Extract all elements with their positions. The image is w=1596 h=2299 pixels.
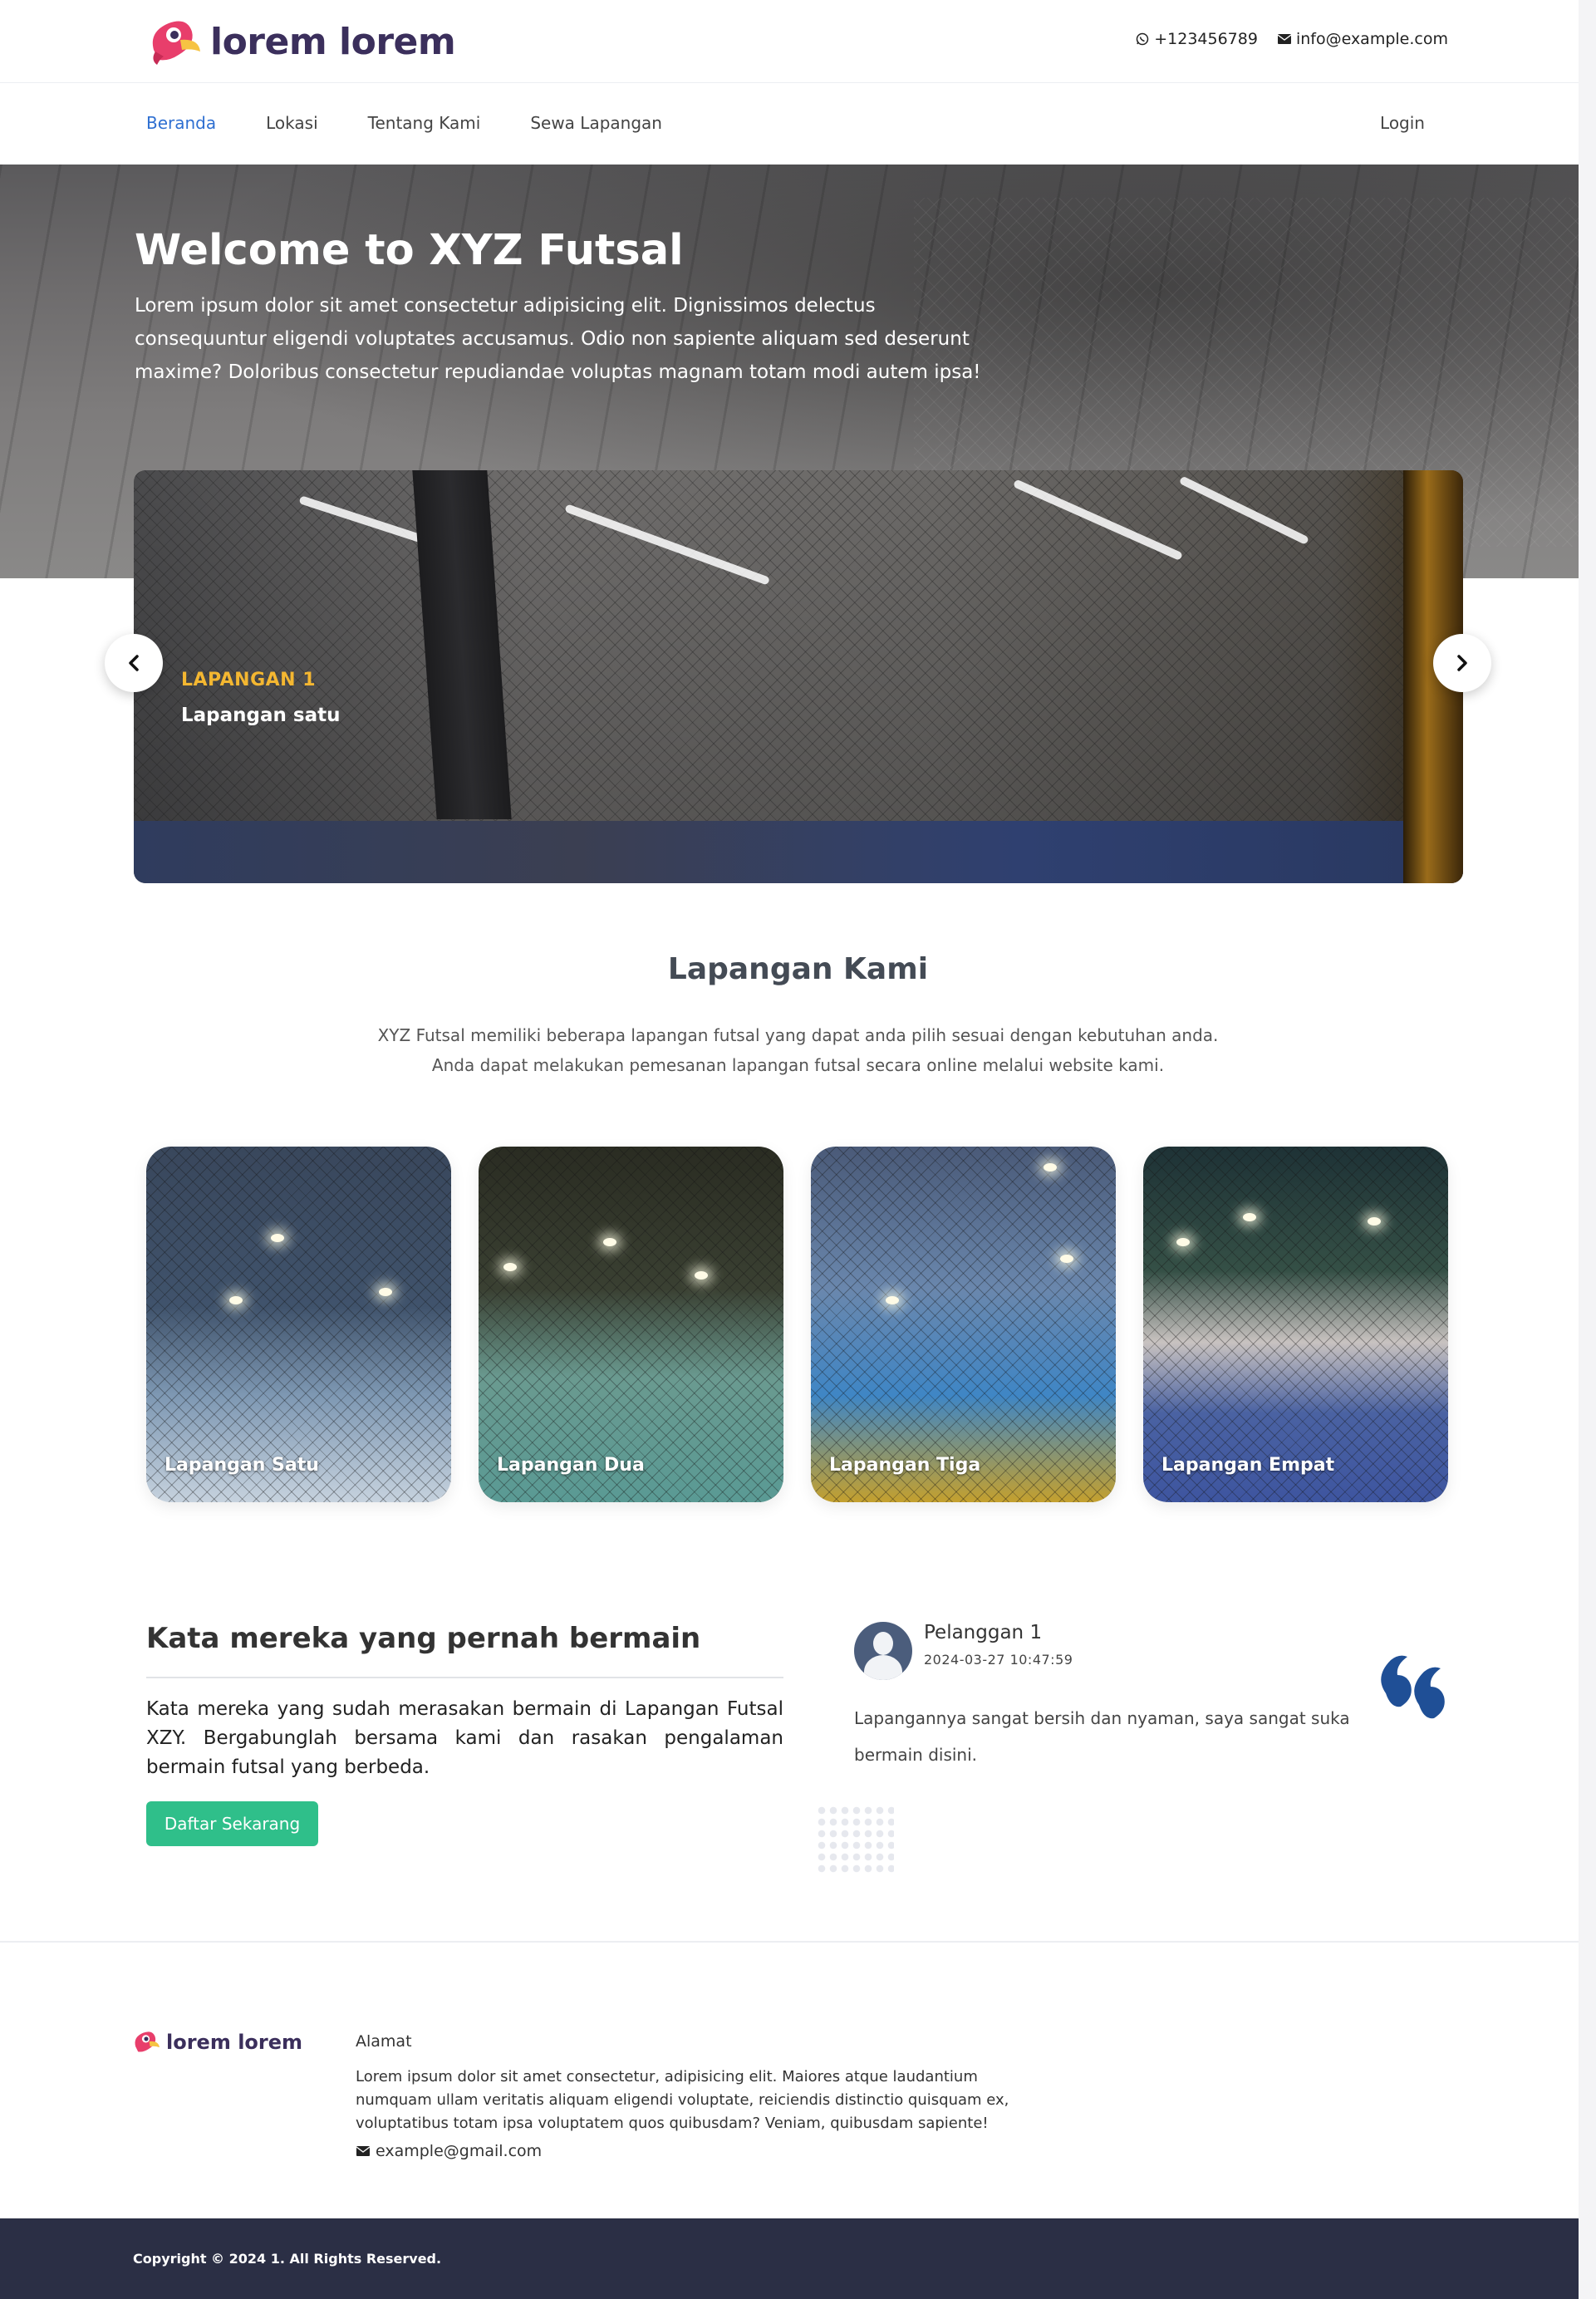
footer-brand-name: lorem lorem: [166, 2031, 303, 2054]
card-lamp: [1368, 1217, 1381, 1226]
footer-email[interactable]: example@gmail.com: [356, 2142, 542, 2160]
chevron-left-icon: [129, 655, 139, 671]
fields-section-title: Lapangan Kami: [667, 952, 929, 986]
footer-divider: [0, 1941, 1579, 1943]
card-net-texture: [479, 1147, 783, 1502]
parrot-logo-icon: [152, 21, 200, 65]
nav-links: Beranda Lokasi Tentang Kami Sewa Lapanga…: [146, 113, 662, 133]
card-lamp: [695, 1271, 708, 1280]
hero-title: Welcome to XYZ Futsal: [135, 226, 684, 275]
card-lamp: [1044, 1163, 1057, 1172]
card-lamp: [1060, 1255, 1073, 1263]
slide-caption: Lapangan satu: [181, 705, 341, 726]
footer-logo[interactable]: lorem lorem: [131, 2029, 302, 2056]
avatar-head: [873, 1632, 893, 1655]
field-cards: Lapangan Satu Lapangan Dua Lapangan Tiga…: [146, 1147, 1451, 1502]
card-lamp: [1176, 1238, 1190, 1246]
reviewer-name: Pelanggan 1: [924, 1622, 1043, 1643]
email-address: info@example.com: [1295, 30, 1448, 48]
fields-description-line: Anda dapat melakukan pemesanan lapangan …: [431, 1055, 1165, 1075]
card-lamp: [271, 1234, 284, 1242]
carousel-next-button[interactable]: [1433, 634, 1491, 692]
fields-description-line: XYZ Futsal memiliki beberapa lapangan fu…: [377, 1025, 1219, 1045]
brand-logo[interactable]: lorem lorem: [145, 17, 456, 66]
envelope-icon: [1277, 34, 1291, 44]
login-link[interactable]: Login: [1380, 113, 1425, 133]
main-nav: Beranda Lokasi Tentang Kami Sewa Lapanga…: [0, 83, 1596, 165]
scrollbar-track[interactable]: [1579, 0, 1596, 2299]
phone-number: +123456789: [1154, 30, 1258, 48]
dot-pattern-decoration: [816, 1805, 894, 1874]
field-card-label: Lapangan Satu: [165, 1455, 319, 1476]
slide-kicker: LAPANGAN 1: [181, 670, 317, 690]
carousel-prev-button[interactable]: [105, 634, 163, 692]
nav-item-lokasi[interactable]: Lokasi: [266, 113, 318, 133]
copyright-text: Copyright © 2024 1. All Rights Reserved.: [133, 2251, 442, 2267]
brand-name: lorem lorem: [210, 20, 456, 63]
footer-address-label: Alamat: [356, 2032, 412, 2051]
field-card[interactable]: Lapangan Tiga: [811, 1147, 1116, 1502]
testimonials-divider: [146, 1677, 783, 1678]
review-card: Pelanggan 1 2024-03-27 10:47:59 Lapangan…: [854, 1619, 1469, 1785]
whatsapp-icon: [1136, 32, 1149, 46]
footer-address: Lorem ipsum dolor sit amet consectetur, …: [356, 2068, 1009, 2132]
field-card[interactable]: Lapangan Satu: [146, 1147, 451, 1502]
parrot-logo-icon: [135, 2031, 160, 2052]
phone-contact[interactable]: +123456789: [1136, 30, 1258, 48]
card-lamp: [886, 1296, 899, 1304]
testimonials-title: Kata mereka yang pernah bermain: [146, 1622, 701, 1655]
fields-section-description: XYZ Futsal memiliki beberapa lapangan fu…: [0, 1020, 1596, 1080]
testimonials-text: Kata mereka yang sudah merasakan bermain…: [146, 1698, 783, 1778]
review-date: 2024-03-27 10:47:59: [924, 1652, 1073, 1668]
nav-item-tentang-kami[interactable]: Tentang Kami: [368, 113, 481, 133]
field-carousel[interactable]: [134, 470, 1463, 883]
card-net-texture: [811, 1147, 1116, 1502]
card-lamp: [379, 1288, 392, 1296]
field-card-label: Lapangan Empat: [1161, 1455, 1335, 1476]
card-net-texture: [146, 1147, 451, 1502]
avatar: [854, 1622, 912, 1680]
field-card-label: Lapangan Tiga: [829, 1455, 981, 1476]
contact-info: +123456789 info@example.com: [1136, 30, 1448, 48]
card-lamp: [229, 1296, 243, 1304]
envelope-icon: [356, 2146, 371, 2156]
top-bar: lorem lorem +123456789 info@example.com: [0, 0, 1596, 83]
avatar-body: [864, 1655, 902, 1680]
carousel-floor: [134, 821, 1463, 883]
nav-item-beranda[interactable]: Beranda: [146, 113, 216, 133]
field-card[interactable]: Lapangan Dua: [479, 1147, 783, 1502]
footer-email-address: example@gmail.com: [376, 2142, 543, 2160]
card-lamp: [1243, 1213, 1256, 1221]
chevron-right-icon: [1457, 655, 1467, 671]
field-card-label: Lapangan Dua: [497, 1455, 645, 1476]
card-lamp: [503, 1263, 517, 1271]
field-card[interactable]: Lapangan Empat: [1143, 1147, 1448, 1502]
card-net-texture: [1143, 1147, 1448, 1502]
card-lamp: [603, 1238, 616, 1246]
register-now-button[interactable]: Daftar Sekarang: [146, 1801, 318, 1846]
email-contact[interactable]: info@example.com: [1277, 30, 1448, 48]
review-text: Lapangannya sangat bersih dan nyaman, sa…: [854, 1708, 1350, 1765]
nav-item-sewa-lapangan[interactable]: Sewa Lapangan: [530, 113, 662, 133]
hero-description: Lorem ipsum dolor sit amet consectetur a…: [135, 295, 981, 383]
